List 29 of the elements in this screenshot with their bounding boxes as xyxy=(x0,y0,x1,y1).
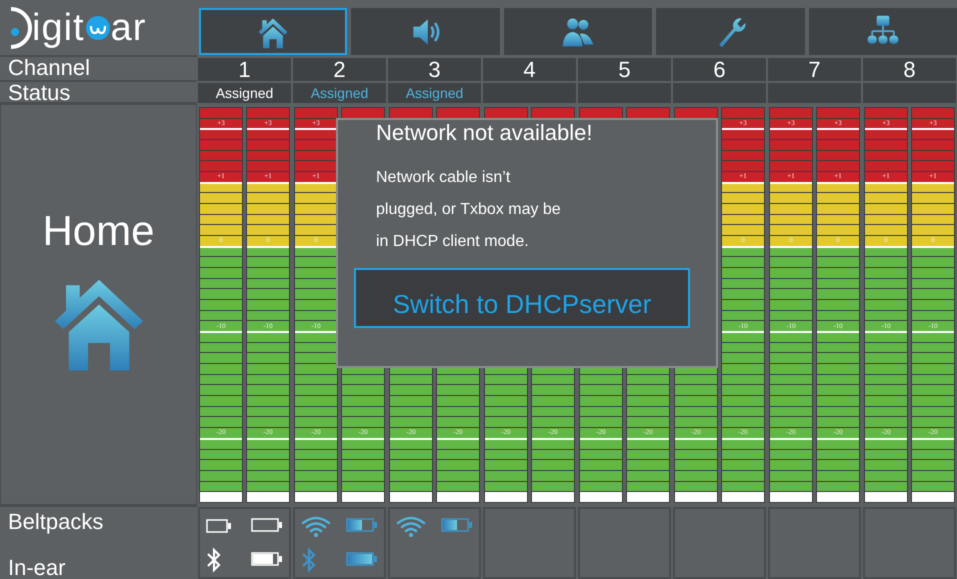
dialog-message: Network cable isn’t plugged, or Txbox may be in DHCP client mode. xyxy=(376,168,562,252)
switch-button[interactable]: Switch to DHCPserver xyxy=(354,268,690,328)
row-label: Beltpacks xyxy=(8,511,104,533)
status-text: Assigned xyxy=(310,86,368,100)
logo-text: ar xyxy=(110,8,146,46)
channel-number: 5 xyxy=(577,57,672,82)
nav-tab[interactable] xyxy=(656,8,805,55)
page-title: Home xyxy=(42,210,155,252)
logo-mark-icon xyxy=(84,14,111,40)
nav-tab[interactable] xyxy=(199,8,348,55)
channel-number: 4 xyxy=(482,57,577,82)
channel-number: 6 xyxy=(672,57,767,82)
row-label: Status xyxy=(0,82,197,104)
channel-number: 8 xyxy=(862,57,957,82)
channel-number: 7 xyxy=(767,57,862,82)
logo-text: igit xyxy=(32,8,85,46)
dialog-title: Network not available! xyxy=(376,120,594,144)
channel-number: 1 xyxy=(197,57,292,82)
channel-number: 3 xyxy=(387,57,482,82)
nav-tab[interactable] xyxy=(504,8,652,55)
nav-tab[interactable] xyxy=(351,8,500,55)
battery-icon xyxy=(251,552,283,568)
status-text: Assigned xyxy=(216,86,274,100)
battery-icon xyxy=(346,552,378,568)
channel-number: 2 xyxy=(292,57,387,82)
status-text: Assigned xyxy=(406,86,464,100)
row-label: Channel xyxy=(0,57,197,82)
nav-tab[interactable] xyxy=(808,8,957,55)
row-label: In-ear xyxy=(8,557,66,579)
